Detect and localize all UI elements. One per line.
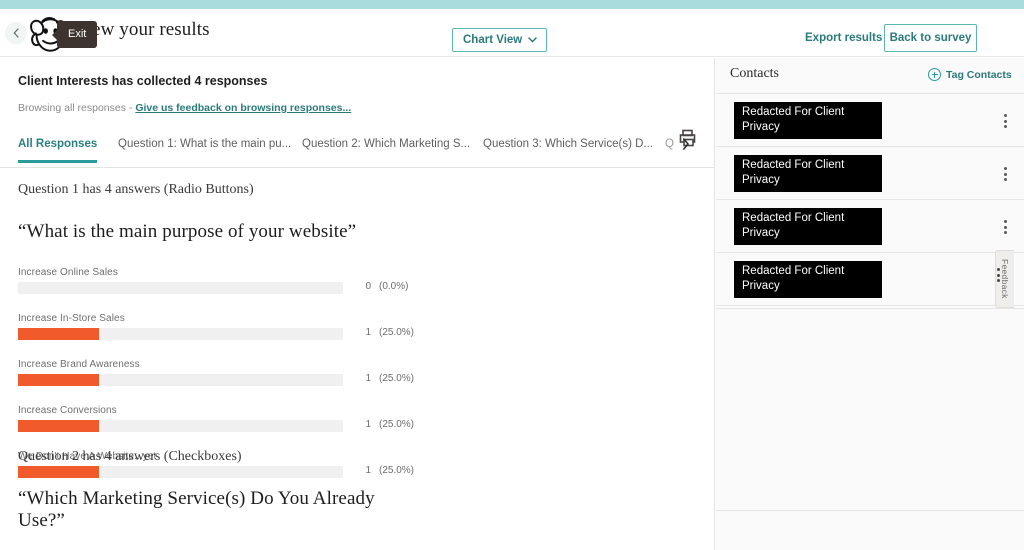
answer-bar: 1 (25.0%) bbox=[18, 373, 418, 386]
answer-label: Increase Online Sales bbox=[18, 267, 118, 278]
answer-bar: 1 (25.0%) bbox=[18, 419, 418, 432]
contact-row[interactable]: Redacted For Client Privacy bbox=[716, 147, 1024, 200]
contact-row-menu-button[interactable] bbox=[1004, 114, 1007, 128]
results-main-panel: Client Interests has collected 4 respons… bbox=[0, 58, 715, 550]
export-results-link[interactable]: Export results bbox=[805, 32, 882, 44]
tag-contacts-button[interactable]: Tag Contacts bbox=[928, 68, 1012, 81]
tab-question-4-truncated[interactable]: Q bbox=[665, 138, 675, 150]
answer-count: 1 bbox=[365, 419, 371, 430]
responses-summary: Client Interests has collected 4 respons… bbox=[18, 74, 268, 88]
chevron-right-icon bbox=[683, 138, 690, 150]
chart-view-dropdown[interactable]: Chart View bbox=[452, 28, 548, 52]
answer-count: 1 bbox=[365, 373, 371, 384]
bar-track bbox=[18, 374, 343, 386]
contact-row[interactable]: Redacted For Client Privacy bbox=[716, 200, 1024, 253]
answer-bar: 1 (25.0%) bbox=[18, 327, 418, 340]
tabs-next-button[interactable] bbox=[682, 137, 690, 153]
tag-contacts-label: Tag Contacts bbox=[946, 68, 1012, 81]
chevron-down-icon bbox=[528, 37, 537, 43]
answer-bar: 0 (0.0%) bbox=[18, 281, 418, 294]
browsing-feedback-link[interactable]: Give us feedback on browsing responses..… bbox=[135, 102, 351, 114]
browsing-prefix: Browsing all responses - bbox=[18, 102, 136, 114]
question-tabs: All Responses Question 1: What is the ma… bbox=[0, 134, 714, 168]
back-to-survey-button[interactable]: Back to survey bbox=[884, 24, 977, 52]
contacts-list: Redacted For Client Privacy Redacted For… bbox=[716, 94, 1024, 306]
chart-view-label: Chart View bbox=[463, 34, 523, 46]
question-block-1: Question 1 has 4 answers (Radio Buttons)… bbox=[18, 182, 418, 478]
answer-row: Increase Brand Awareness 1 (25.0%) bbox=[18, 359, 418, 386]
tab-question-1[interactable]: Question 1: What is the main pu... bbox=[118, 138, 291, 160]
contact-row-menu-button[interactable] bbox=[1004, 167, 1007, 181]
bar-track bbox=[18, 282, 343, 294]
contact-row[interactable]: Redacted For Client Privacy bbox=[716, 94, 1024, 147]
answer-percent: (0.0%) bbox=[379, 281, 409, 292]
answer-percent: (25.0%) bbox=[379, 373, 415, 384]
results-page: View your results Exit Chart View Export… bbox=[0, 0, 1024, 550]
answer-row: Increase In-Store Sales 1 (25.0%) bbox=[18, 313, 418, 340]
plus-circle-icon bbox=[928, 68, 941, 81]
question-1-title: “What is the main purpose of your websit… bbox=[18, 221, 357, 242]
contact-name-redacted: Redacted For Client Privacy bbox=[734, 208, 882, 245]
question-2-meta: Question 2 has 4 answers (Checkboxes) bbox=[18, 449, 242, 464]
contact-name-redacted: Redacted For Client Privacy bbox=[734, 261, 882, 298]
chevron-left-icon bbox=[13, 28, 19, 38]
question-block-2: Question 2 has 4 answers (Checkboxes) “W… bbox=[18, 449, 418, 550]
answer-percent: (25.0%) bbox=[379, 327, 415, 338]
contacts-title: Contacts bbox=[730, 66, 779, 81]
answer-row: Increase Online Sales 0 (0.0%) bbox=[18, 267, 418, 294]
question-2-title: “Which Marketing Service(s) Do You Alrea… bbox=[18, 488, 375, 531]
answer-percent: (25.0%) bbox=[379, 419, 415, 430]
question-1-meta: Question 1 has 4 answers (Radio Buttons) bbox=[18, 182, 254, 197]
answer-label: Increase Brand Awareness bbox=[18, 359, 140, 370]
tab-question-3[interactable]: Question 3: Which Service(s) D... bbox=[483, 138, 653, 160]
bar-track bbox=[18, 328, 343, 340]
back-button[interactable] bbox=[5, 22, 27, 44]
top-bar: View your results Exit Chart View Export… bbox=[0, 9, 1024, 57]
answer-label: Increase Conversions bbox=[18, 405, 117, 416]
bar-track bbox=[18, 420, 343, 432]
answer-count: 0 bbox=[365, 281, 371, 292]
contact-name-redacted: Redacted For Client Privacy bbox=[734, 155, 882, 192]
feedback-drag-handle[interactable] bbox=[997, 268, 1000, 285]
browsing-note: Browsing all responses - Give us feedbac… bbox=[18, 102, 351, 114]
bar-fill bbox=[18, 420, 100, 432]
top-accent-strip bbox=[0, 0, 1024, 9]
tab-all-responses[interactable]: All Responses bbox=[18, 138, 98, 163]
bar-fill bbox=[18, 374, 100, 386]
tab-question-2[interactable]: Question 2: Which Marketing S... bbox=[302, 138, 470, 160]
contacts-panel: Contacts Tag Contacts Redacted For Clien… bbox=[716, 58, 1024, 550]
contact-name-redacted: Redacted For Client Privacy bbox=[734, 102, 882, 139]
bar-fill bbox=[18, 328, 100, 340]
contacts-footer-divider bbox=[716, 510, 1024, 550]
exit-tooltip[interactable]: Exit bbox=[57, 21, 98, 48]
contact-row[interactable]: Redacted For Client Privacy bbox=[716, 253, 1024, 306]
contact-row-menu-button[interactable] bbox=[1004, 220, 1007, 234]
answer-row: Increase Conversions 1 (25.0%) bbox=[18, 405, 418, 432]
answer-count: 1 bbox=[365, 327, 371, 338]
answer-label: Increase In-Store Sales bbox=[18, 313, 125, 324]
contacts-header: Contacts Tag Contacts bbox=[716, 58, 1024, 94]
feedback-label: Feedback bbox=[1000, 259, 1010, 299]
